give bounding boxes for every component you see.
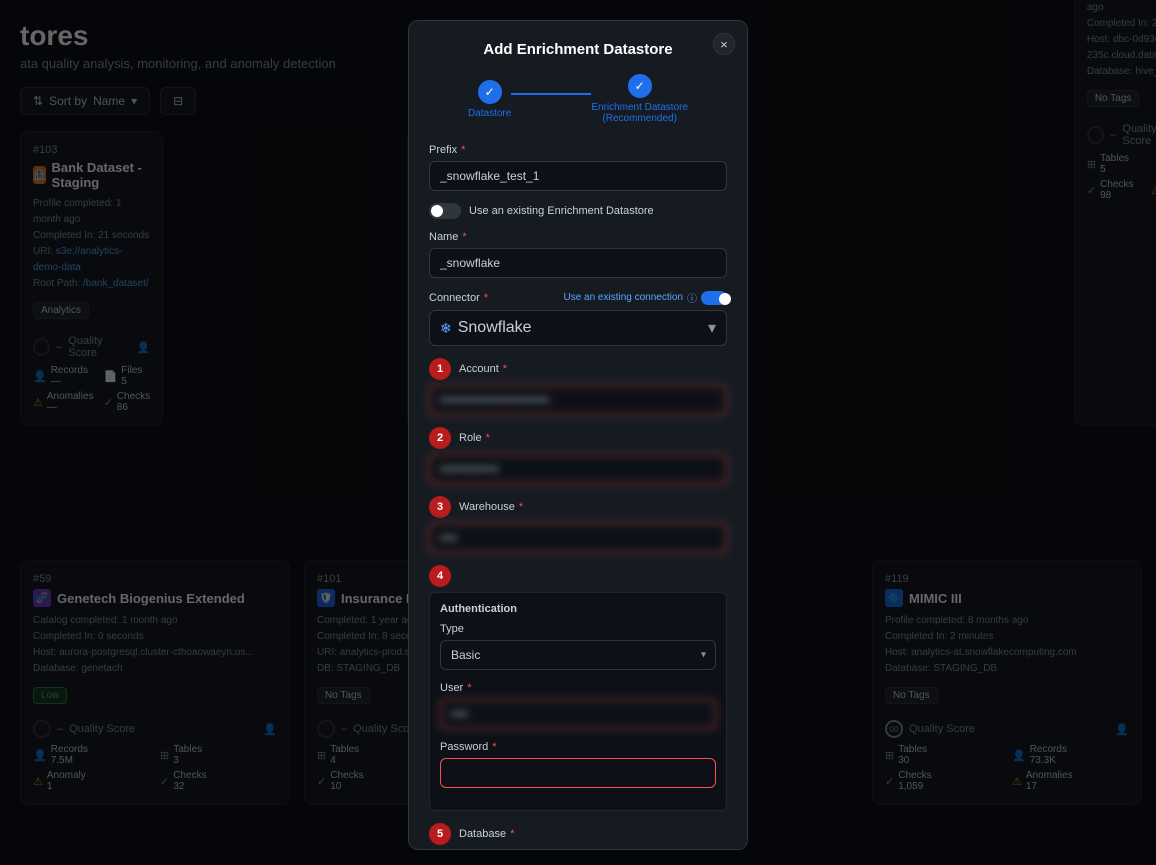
role-input[interactable] xyxy=(429,454,727,484)
step-2-circle: ✓ xyxy=(628,74,652,98)
account-input[interactable] xyxy=(429,385,727,415)
step-badge-1: 1 xyxy=(429,358,451,380)
auth-type-select[interactable]: Basic xyxy=(440,640,716,670)
name-label: Name * xyxy=(429,231,727,243)
step-datastore: ✓ Datastore xyxy=(468,80,511,119)
step-badge-2: 2 xyxy=(429,427,451,449)
use-existing-link[interactable]: Use an existing connection ⓘ xyxy=(563,290,727,305)
connector-label: Connector * xyxy=(429,292,488,304)
auth-type-label: Type xyxy=(440,623,716,635)
step-badge-5: 5 xyxy=(429,823,451,845)
step-enrichment: ✓ Enrichment Datastore(Recommended) xyxy=(591,74,688,124)
account-label: Account * xyxy=(459,363,507,375)
step-1-circle: ✓ xyxy=(478,80,502,104)
modal: × Add Enrichment Datastore ✓ Datastore ✓… xyxy=(408,20,748,850)
use-existing-toggle[interactable] xyxy=(701,291,727,305)
info-icon: ⓘ xyxy=(687,290,697,305)
connector-value: Snowflake xyxy=(458,319,532,337)
warehouse-input[interactable] xyxy=(429,523,727,553)
password-input[interactable] xyxy=(440,758,716,788)
snowflake-icon: ❄ xyxy=(440,320,452,337)
warehouse-label: Warehouse * xyxy=(459,501,523,513)
stepper: ✓ Datastore ✓ Enrichment Datastore(Recom… xyxy=(429,74,727,124)
user-input[interactable] xyxy=(440,699,716,729)
toggle-row: Use an existing Enrichment Datastore xyxy=(429,203,727,219)
step-2-label: Enrichment Datastore(Recommended) xyxy=(591,102,688,124)
auth-type-select-wrapper: Basic ▾ xyxy=(440,640,716,670)
auth-title: Authentication xyxy=(440,603,716,615)
name-input[interactable] xyxy=(429,248,727,278)
step-badge-4: 4 xyxy=(429,565,451,587)
prefix-label: Prefix * xyxy=(429,144,727,156)
auth-section: Authentication Type Basic ▾ User * Passw… xyxy=(429,592,727,811)
database-label: Database * xyxy=(459,828,514,840)
prefix-input[interactable] xyxy=(429,161,727,191)
user-label: User * xyxy=(440,682,716,694)
modal-overlay: × Add Enrichment Datastore ✓ Datastore ✓… xyxy=(0,0,1156,865)
step-badge-3: 3 xyxy=(429,496,451,518)
password-label: Password * xyxy=(440,741,716,753)
connector-select[interactable]: ❄ Snowflake ▾ xyxy=(429,310,727,346)
toggle-label: Use an existing Enrichment Datastore xyxy=(469,205,654,217)
chevron-down-icon: ▾ xyxy=(708,318,716,338)
step-1-label: Datastore xyxy=(468,108,511,119)
modal-title: Add Enrichment Datastore xyxy=(429,41,727,58)
role-label: Role * xyxy=(459,432,490,444)
step-line xyxy=(511,93,591,95)
close-button[interactable]: × xyxy=(713,33,735,55)
existing-toggle[interactable] xyxy=(429,203,461,219)
